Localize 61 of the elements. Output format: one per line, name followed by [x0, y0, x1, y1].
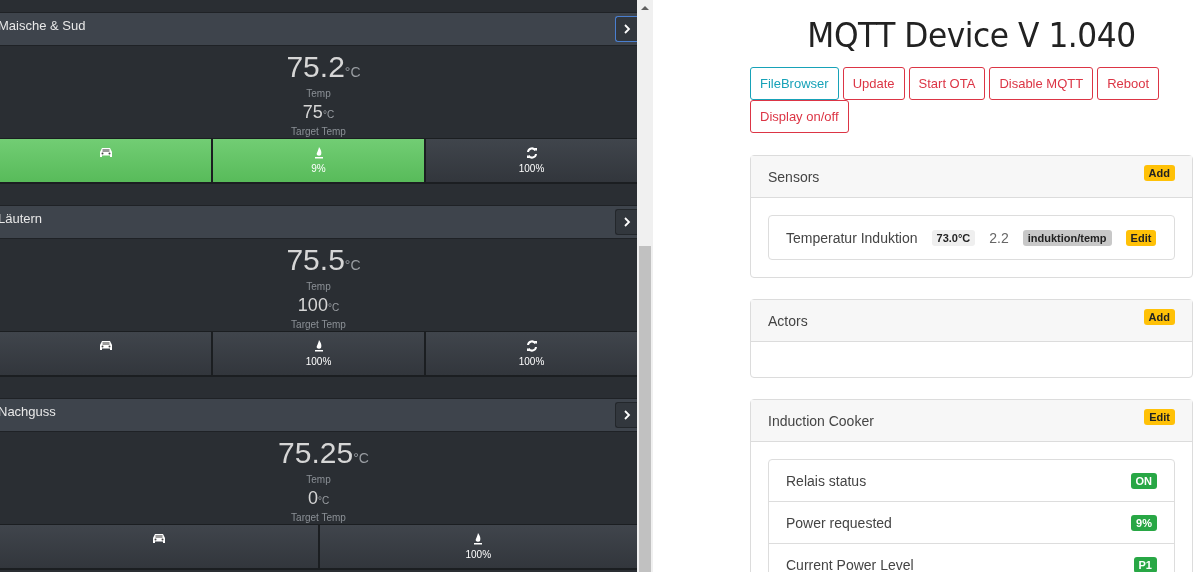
target-label: Target Temp	[291, 511, 346, 524]
temperature-unit: °C	[344, 64, 361, 80]
target-unit: °C	[317, 495, 330, 506]
flame-icon	[313, 147, 324, 159]
sensor-value: 73.0°C	[931, 229, 976, 246]
sensor-topic: induktion/temp	[1022, 229, 1112, 246]
target-unit: °C	[322, 109, 335, 120]
chevron-icon	[622, 410, 631, 420]
sensor-name: Temperatur Induktion	[786, 229, 918, 246]
chevron-icon	[622, 217, 631, 227]
temperature-value: 75.2	[286, 50, 345, 83]
target-unit: °C	[327, 302, 340, 313]
page-title: MQTT Device V 1.040	[806, 15, 1137, 55]
heater-button[interactable]: 100%	[213, 332, 426, 375]
status-value: ON	[1130, 472, 1157, 489]
target-label: Target Temp	[291, 318, 346, 331]
status-value: P1	[1133, 556, 1157, 572]
scrollbar[interactable]	[637, 0, 653, 572]
add-button[interactable]: Add	[1143, 308, 1175, 325]
temperature-value: 75.25	[278, 436, 354, 469]
status-label: Power requested	[786, 514, 892, 531]
refresh-icon	[525, 340, 538, 352]
card-title: Sensors	[768, 168, 820, 185]
expand-button[interactable]	[615, 16, 637, 42]
status-value: 9%	[1131, 514, 1157, 531]
temperature-value: 75.5	[286, 243, 345, 276]
flame-icon	[473, 533, 484, 545]
target-label: Target Temp	[291, 125, 346, 138]
action-button[interactable]: Disable MQTT	[989, 67, 1094, 100]
expand-button[interactable]	[615, 209, 637, 235]
action-button[interactable]: Reboot	[1097, 67, 1160, 100]
expand-button[interactable]	[615, 402, 637, 428]
chevron-icon	[622, 24, 631, 34]
temp-label: Temp	[306, 87, 331, 100]
action-button[interactable]: Start OTA	[908, 67, 986, 100]
target-value: 0	[307, 488, 318, 508]
car-icon	[151, 533, 166, 544]
car-icon	[98, 340, 113, 351]
heater-button[interactable]: 100%	[319, 525, 637, 568]
cycle-button[interactable]: 100%	[426, 332, 637, 375]
edit-button[interactable]: Edit	[1144, 408, 1175, 425]
temperature-unit: °C	[344, 257, 361, 273]
action-button[interactable]: Update	[842, 67, 905, 100]
temp-label: Temp	[306, 280, 331, 293]
target-value: 100	[297, 295, 328, 315]
car-icon	[98, 147, 113, 158]
sensor-offset: 2.2	[989, 229, 1009, 246]
temp-label: Temp	[306, 473, 331, 486]
status-label: Current Power Level	[786, 556, 914, 572]
card-title: Induction Cooker	[768, 412, 874, 429]
cycle-button[interactable]: 100%	[426, 139, 637, 182]
edit-button[interactable]: Edit	[1125, 229, 1157, 246]
target-value: 75	[302, 102, 323, 122]
action-button[interactable]: Display on/off	[750, 100, 849, 133]
status-label: Relais status	[786, 472, 867, 489]
scroll-up-icon[interactable]	[640, 4, 650, 12]
add-button[interactable]: Add	[1143, 164, 1175, 181]
refresh-icon	[525, 147, 538, 159]
card-title: Actors	[768, 312, 808, 329]
temperature-unit: °C	[353, 450, 369, 466]
flame-icon	[313, 340, 324, 352]
